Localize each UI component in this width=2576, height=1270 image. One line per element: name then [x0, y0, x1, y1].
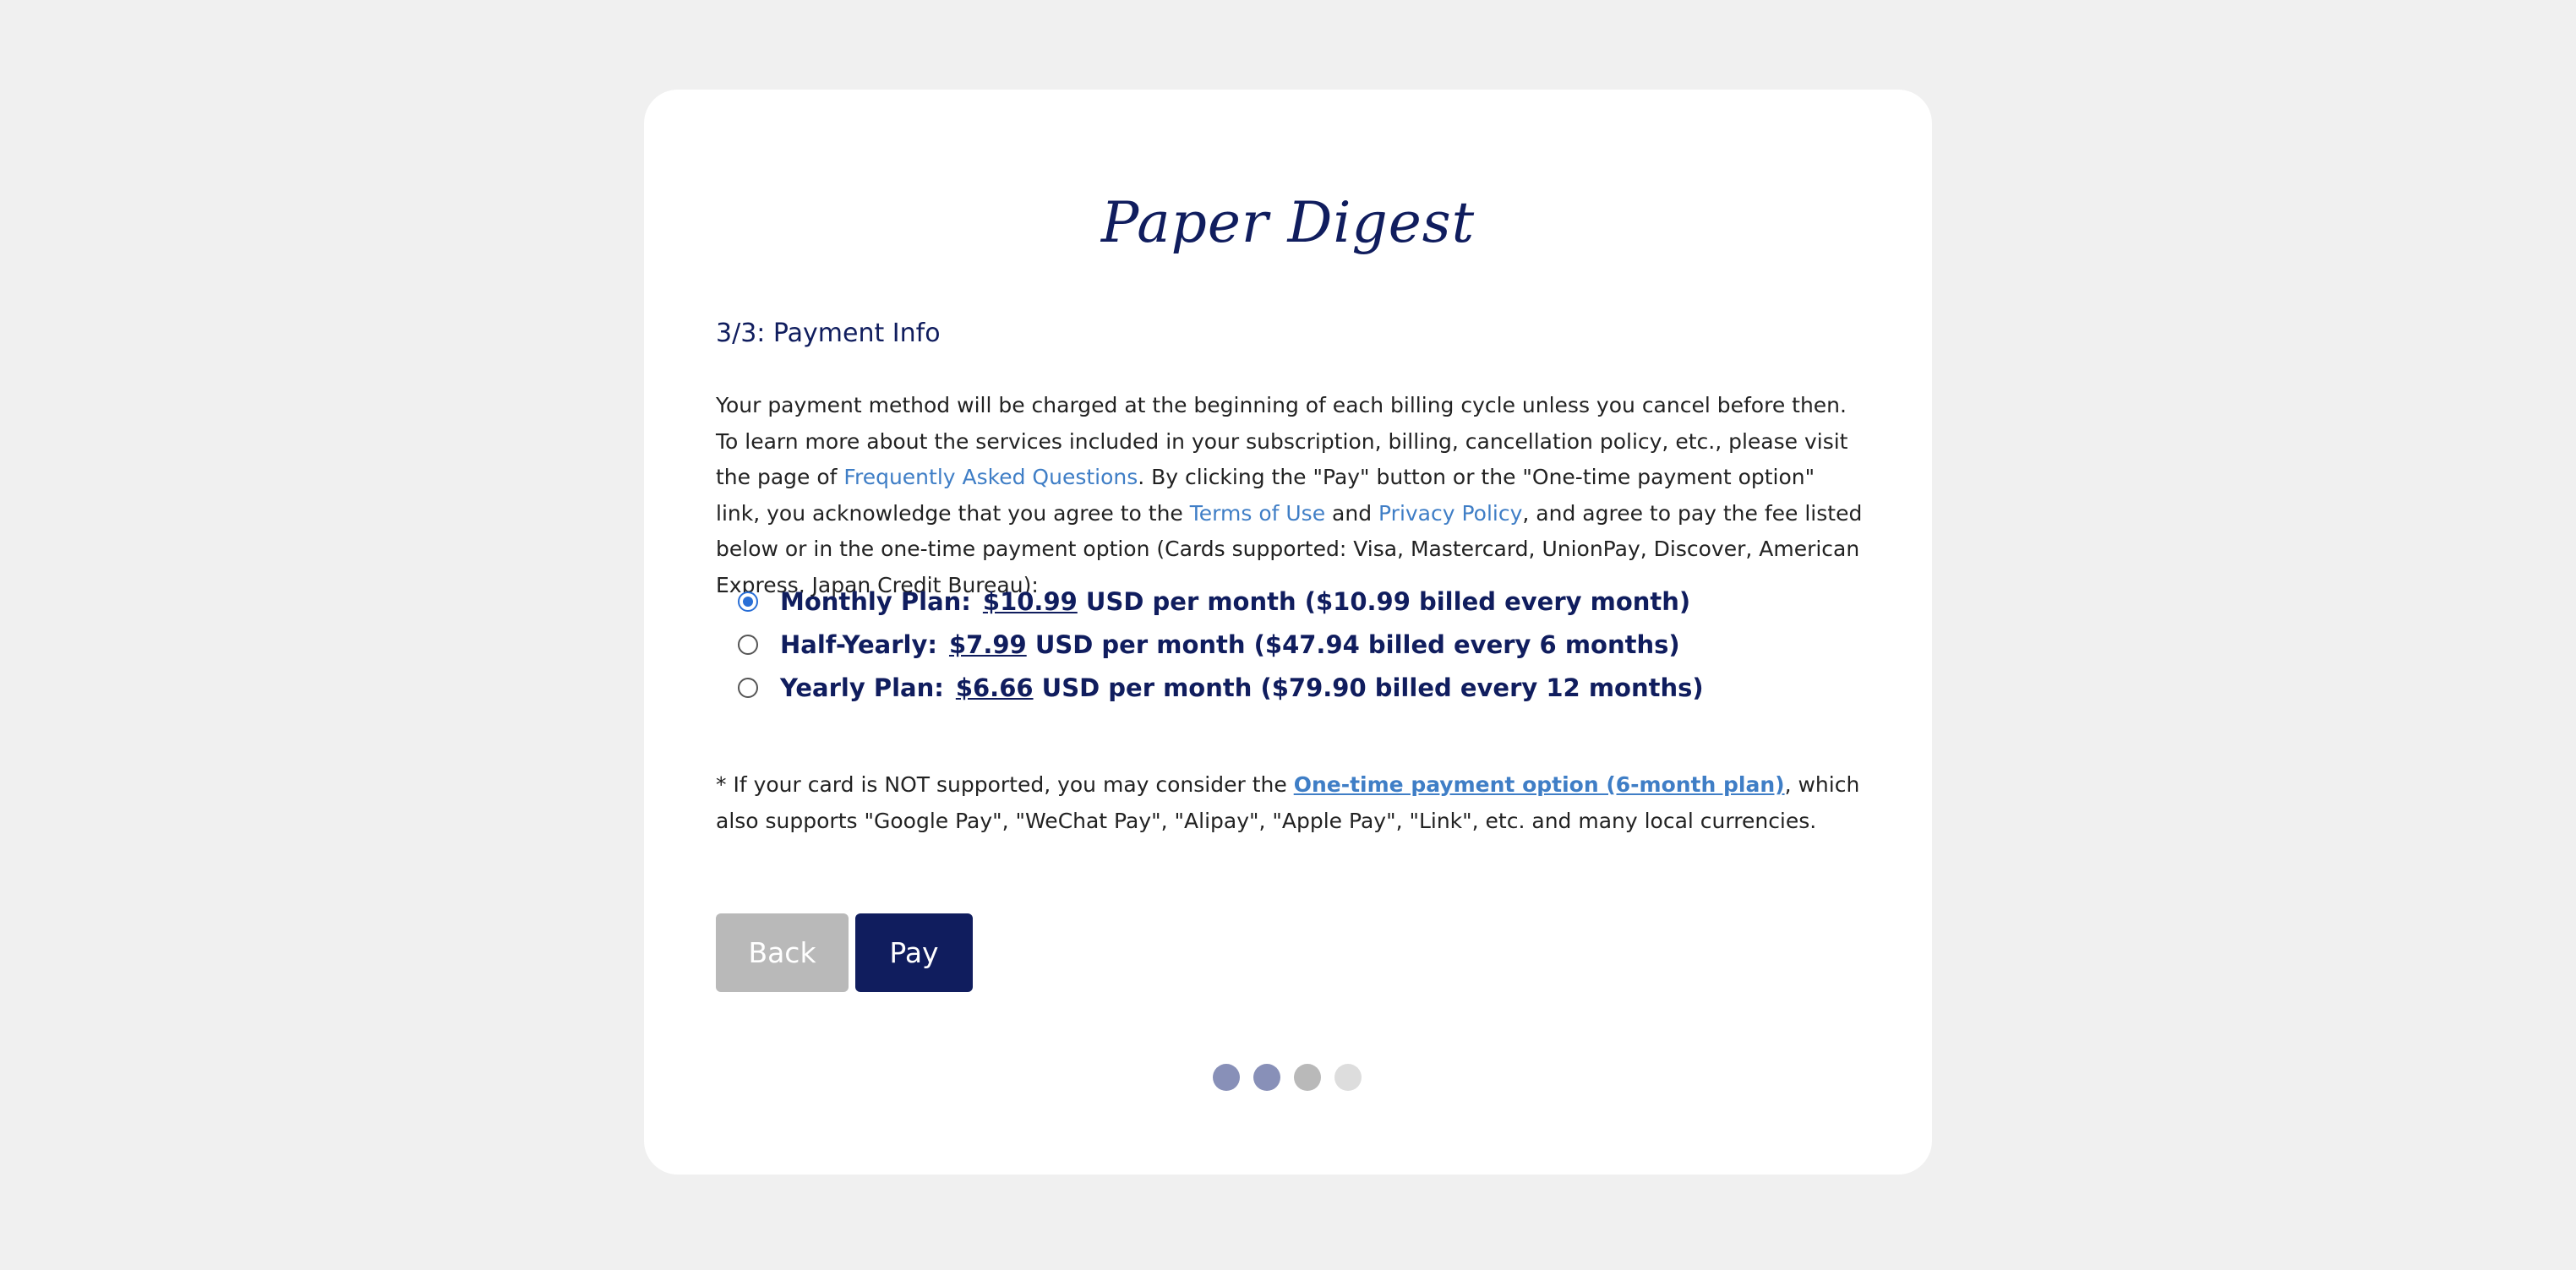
- plan-price: $6.66: [955, 673, 1034, 702]
- plan-options: Monthly Plan: $10.99 USD per month ($10.9…: [716, 581, 1899, 711]
- plan-label-half-yearly[interactable]: Half-Yearly: $7.99 USD per month ($47.94 …: [780, 628, 1680, 662]
- plan-name: Yearly Plan:: [780, 673, 944, 702]
- note-text-1: * If your card is NOT supported, you may…: [716, 772, 1294, 797]
- privacy-policy-link[interactable]: Privacy Policy: [1378, 501, 1522, 526]
- payment-terms-text: Your payment method will be charged at t…: [716, 388, 1865, 603]
- plan-detail: USD per month ($10.99 billed every month…: [1077, 587, 1691, 616]
- progress-dot-3: [1294, 1064, 1321, 1091]
- step-title: 3/3: Payment Info: [716, 319, 941, 348]
- plan-radio-monthly[interactable]: [738, 591, 758, 612]
- plan-label-monthly[interactable]: Monthly Plan: $10.99 USD per month ($10.9…: [780, 585, 1690, 619]
- plan-option-half-yearly[interactable]: Half-Yearly: $7.99 USD per month ($47.94 …: [716, 624, 1899, 668]
- progress-dot-1: [1213, 1064, 1240, 1091]
- plan-detail: USD per month ($47.94 billed every 6 mon…: [1026, 630, 1680, 659]
- one-time-payment-link[interactable]: One-time payment option (6-month plan): [1294, 772, 1785, 797]
- plan-option-yearly[interactable]: Yearly Plan: $6.66 USD per month ($79.90 …: [716, 668, 1899, 711]
- faq-link[interactable]: Frequently Asked Questions: [843, 465, 1138, 489]
- progress-dot-4: [1334, 1064, 1362, 1091]
- plan-name: Half-Yearly:: [780, 630, 937, 659]
- paper-digest-logo: Paper Digest: [1100, 190, 1476, 255]
- pay-button[interactable]: Pay: [855, 913, 973, 992]
- terms-of-use-link[interactable]: Terms of Use: [1190, 501, 1325, 526]
- intro-text-3: and: [1325, 500, 1379, 526]
- back-button[interactable]: Back: [716, 913, 849, 992]
- plan-price: $7.99: [948, 630, 1027, 659]
- step-progress-dots: [1213, 1064, 1362, 1091]
- progress-dot-2: [1253, 1064, 1280, 1091]
- plan-option-monthly[interactable]: Monthly Plan: $10.99 USD per month ($10.9…: [716, 581, 1899, 624]
- plan-detail: USD per month ($79.90 billed every 12 mo…: [1033, 673, 1704, 702]
- plan-label-yearly[interactable]: Yearly Plan: $6.66 USD per month ($79.90 …: [780, 671, 1704, 705]
- plan-price: $10.99: [982, 587, 1078, 616]
- unsupported-card-note: * If your card is NOT supported, you may…: [716, 767, 1882, 839]
- plan-name: Monthly Plan:: [780, 587, 971, 616]
- plan-radio-yearly[interactable]: [738, 678, 758, 698]
- plan-radio-half-yearly[interactable]: [738, 635, 758, 655]
